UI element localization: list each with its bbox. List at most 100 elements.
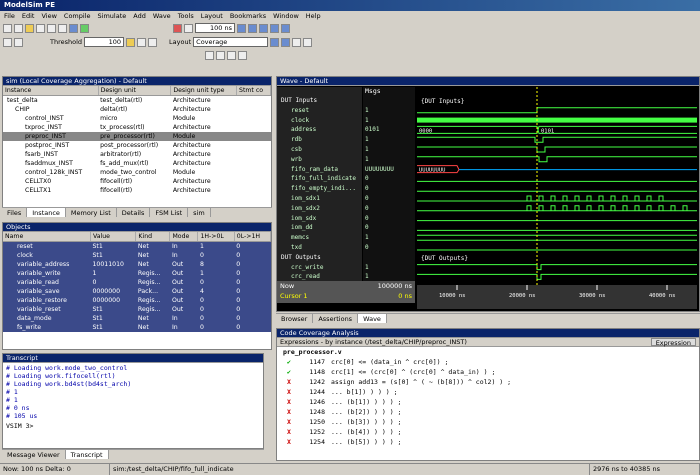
zoom-area-icon[interactable] [238,50,247,60]
tab-instance[interactable]: Instance [27,208,66,217]
objects-col-header[interactable]: Kind [135,232,171,242]
tab-message-viewer[interactable]: Message Viewer [2,450,66,459]
bookmark-icon[interactable] [126,37,136,47]
wave-signal-name[interactable]: iom_sdx [277,214,362,224]
coverage-line[interactable]: ✔ 1148 crc[1] <= (crc[0] ^ (crc[0] ^ data_… [287,367,699,377]
objects-col-header[interactable]: 1H->0L [197,232,235,242]
wave-signal-name[interactable]: csb [277,145,362,155]
wave-signal-name[interactable]: iom_sdx2 [277,204,362,214]
coverage-line[interactable]: X 1250 ... (b[3]) ) ) ) ; [287,417,699,427]
transcript-prompt[interactable]: VSIM 3> [3,421,263,431]
tab-browser[interactable]: Browser [276,314,314,323]
wave-signal-name[interactable]: fifo_full_indicate [277,174,362,184]
tab-wave[interactable]: Wave [358,314,387,323]
run-icon[interactable] [237,23,246,33]
continue-icon[interactable] [248,23,257,33]
sim-row[interactable]: preproc_INST pre_processor(rtl) Module [3,132,271,141]
open-icon[interactable] [3,23,12,33]
run-all-icon[interactable] [259,23,268,33]
tab-files[interactable]: Files [2,208,28,217]
menu-add[interactable]: Add [133,12,146,20]
tab-assertions[interactable]: Assertions [313,314,359,323]
coverage-line[interactable]: X 1242 assign add13 = (s[0] ^ ( ~ (b[8])) … [287,377,699,387]
wave-signal-name[interactable]: iom_sdx1 [277,194,362,204]
wave-signal-name[interactable]: fifo_empty_indi... [277,184,362,194]
sim-row[interactable]: CELLTX1 fifocell(rtl) Architecture [3,186,271,195]
cut-icon[interactable] [36,23,45,33]
sim-col-header[interactable]: Instance [3,86,99,96]
wave-signal-name[interactable]: DUT Outputs [277,253,362,263]
wave-signal-name[interactable]: fifo_ram_data [277,165,362,175]
sim-row[interactable]: postproc_INST post_processor(rtl) Architec… [3,141,271,150]
wave-add-icon[interactable] [270,37,280,47]
wave-signal-name[interactable]: wrb [277,155,362,165]
objects-col-header[interactable]: 0L->1H [234,232,271,242]
menu-bookmarks[interactable]: Bookmarks [230,12,266,20]
objects-row[interactable]: reset St1 Net In 1 0 [3,242,271,252]
menu-compile[interactable]: Compile [64,12,91,20]
sim-col-header[interactable]: Design unit [98,86,172,96]
print-icon[interactable] [25,23,34,33]
objects-row[interactable]: variable_read 0 Regis... Out 0 0 [3,278,271,287]
wave-canvas[interactable]: {DUT Inputs} {DUT Outputs} 0000 0101 UUUUUUU… [417,87,699,311]
filter-icon[interactable] [14,37,23,47]
menu-wave[interactable]: Wave [153,12,171,20]
sim-row[interactable]: CELLTX0 fifocell(rtl) Architecture [3,177,271,186]
compile-icon[interactable] [80,23,89,33]
objects-col-header[interactable]: Value [90,232,137,242]
wave-signal-name[interactable]: DUT Inputs [277,96,362,106]
expression-button[interactable]: Expression [650,338,696,347]
step-icon[interactable] [270,23,279,33]
sim-row[interactable]: control_INST micro Module [3,114,271,123]
coverage-line[interactable]: X 1252 ... (b[4]) ) ) ) ; [287,427,699,437]
new-icon[interactable] [3,37,12,47]
menu-view[interactable]: View [41,12,56,20]
wave-signal-name[interactable]: address [277,125,362,135]
copy-icon[interactable] [47,23,56,33]
threshold-field[interactable]: 100 [84,37,125,47]
menu-edit[interactable]: Edit [22,12,35,20]
coverage-line[interactable]: X 1246 ... (b[1]) ) ) ) ; [287,397,699,407]
cursor-icon[interactable] [292,37,302,47]
tab-transcript[interactable]: Transcript [65,450,109,459]
sim-row[interactable]: fsarb_INST arbitrator(rtl) Architecture [3,150,271,159]
wave-edit-icon[interactable] [281,37,291,47]
save-icon[interactable] [14,23,23,33]
menu-layout[interactable]: Layout [201,12,223,20]
wave-signal-name[interactable]: reset [277,106,362,116]
wave-signal-name[interactable]: memcs [277,233,362,243]
sim-row[interactable]: txproc_INST tx_process(rtl) Architecture [3,123,271,132]
coverage-line[interactable]: X 1244 ... b[1]) ) ) ) ; [287,387,699,397]
menu-help[interactable]: Help [306,12,321,20]
zoom-out-icon[interactable] [205,50,214,60]
menu-simulate[interactable]: Simulate [98,12,127,20]
zoom-cursor-icon[interactable] [227,50,236,60]
objects-col-header[interactable]: Mode [169,232,199,242]
tab-details[interactable]: Details [117,208,151,217]
coverage-line[interactable]: ✔ 1147 crc[0] <= (data_in ^ crc[0]) ; [287,357,699,367]
tab-memory-list[interactable]: Memory List [66,208,117,217]
run-length-field[interactable]: 100 ns [195,23,235,33]
objects-row[interactable]: fs_write St1 Net In 0 0 [3,323,271,332]
sim-row[interactable]: fsaddmux_INST fs_add_mux(rtl) Architecture [3,159,271,168]
coverage-line[interactable]: X 1248 ... (b[2]) ) ) ) ; [287,407,699,417]
zoom-fit-icon[interactable] [137,37,147,47]
objects-row[interactable]: variable_save 0000000 Pack... Out 4 0 [3,287,271,296]
tab-sim[interactable]: sim [188,208,211,217]
objects-row[interactable]: data_mode St1 Net In 0 0 [3,314,271,323]
objects-row[interactable]: variable_address 10011010 Net Out 8 0 [3,260,271,269]
menu-file[interactable]: File [4,12,15,20]
wave-signal-name[interactable]: iom_dd [277,223,362,233]
sim-col-header[interactable]: Design unit type [170,86,238,96]
paste-icon[interactable] [58,23,67,33]
objects-row[interactable]: variable_restore 0000000 Regis... Out 0 0 [3,296,271,305]
objects-row[interactable]: clock St1 Net In 0 0 [3,251,271,260]
objects-row[interactable]: variable_reset St1 Regis... Out 0 0 [3,305,271,314]
tab-fsm-list[interactable]: FSM List [150,208,189,217]
break-icon[interactable] [173,23,182,33]
layout-select[interactable]: Coverage [193,37,269,47]
find-icon[interactable] [69,23,78,33]
objects-col-header[interactable]: Name [3,232,91,242]
sim-row[interactable]: control_128k_INST mode_two_control Module [3,168,271,177]
restart-icon[interactable] [184,23,193,33]
